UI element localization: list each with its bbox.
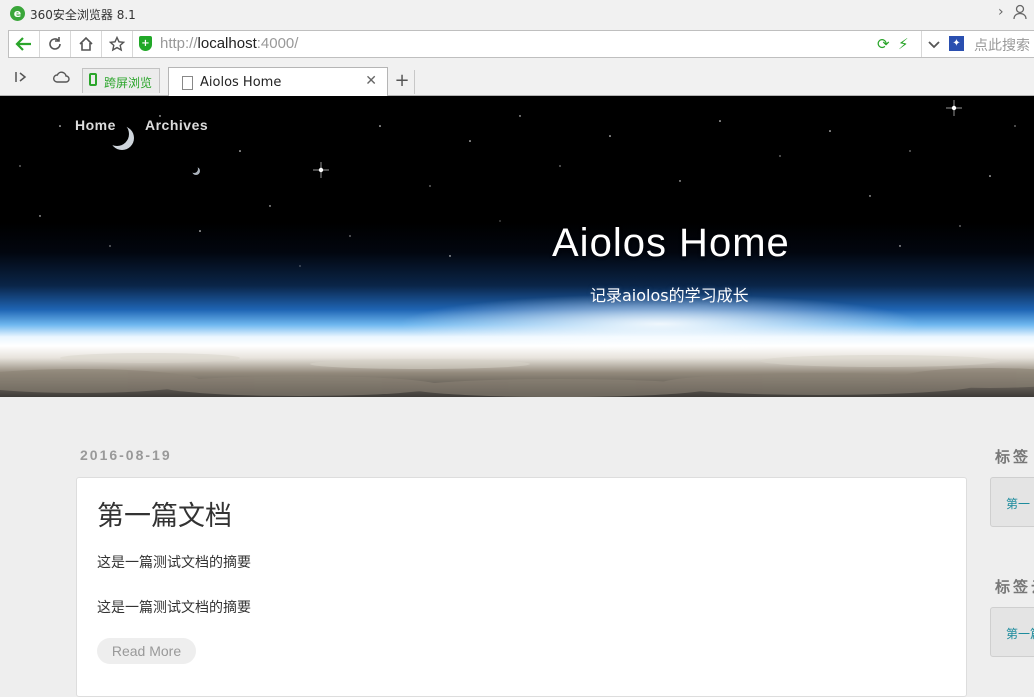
chevron-down-icon <box>928 41 940 49</box>
home-icon <box>79 36 93 51</box>
search-input[interactable]: ✦ 点此搜索 <box>945 30 1034 58</box>
post-excerpt: 这是一篇测试文档的摘要 <box>97 555 251 571</box>
tab-aiolos-home[interactable]: Aiolos Home ✕ <box>168 67 388 97</box>
search-placeholder: 点此搜索 <box>974 38 1030 54</box>
phone-icon <box>89 73 97 86</box>
refresh-icon <box>49 37 61 50</box>
address-dropdown-button[interactable] <box>921 31 946 57</box>
recycle-icon[interactable]: ⟳ <box>877 35 890 53</box>
lightning-icon[interactable]: ⚡ <box>898 35 909 53</box>
post-title[interactable]: 第一篇文档 <box>97 494 232 533</box>
home-button[interactable] <box>71 31 102 57</box>
title-bar: e 360安全浏览器 8.1 › <box>0 0 1034 27</box>
tab-label: Aiolos Home <box>200 75 282 90</box>
site-title: Aiolos Home <box>552 221 790 265</box>
post-excerpt: 这是一篇测试文档的摘要 <box>97 600 251 616</box>
security-shield-icon[interactable]: + <box>139 36 152 51</box>
cloud-icon[interactable] <box>52 70 70 88</box>
app-title: 360安全浏览器 8.1 <box>30 8 136 22</box>
tag-cloud-heading: 标签云 <box>995 578 1034 596</box>
site-subtitle: 记录aiolos的学习成长 <box>590 286 749 305</box>
nav-archives-link[interactable]: Archives <box>145 117 208 133</box>
sidebar-toggle-icon[interactable] <box>14 70 28 88</box>
tags-heading: 标签 <box>995 448 1032 466</box>
nav-home-link[interactable]: Home <box>75 117 116 133</box>
tab-cross-screen[interactable]: 跨屏浏览 <box>82 68 160 93</box>
chevron-right-icon[interactable]: › <box>998 4 1004 20</box>
browser-logo-icon: e <box>10 6 25 21</box>
post-date: 2016-08-19 <box>80 447 172 463</box>
site-header: Home Archives Aiolos Home 记录aiolos的学习成长 <box>0 96 1034 397</box>
tag-cloud-panel: 第一篇 <box>990 607 1034 657</box>
refresh-button[interactable] <box>40 31 71 57</box>
back-button[interactable] <box>9 31 40 57</box>
read-more-button[interactable]: Read More <box>97 638 196 664</box>
tags-panel: 第一 <box>990 477 1034 527</box>
url-text[interactable]: http://localhost:4000/ <box>160 35 298 52</box>
document-icon <box>182 76 193 90</box>
star-icon <box>109 36 125 52</box>
post-card: 第一篇文档 这是一篇测试文档的摘要 这是一篇测试文档的摘要 Read More <box>76 477 967 697</box>
address-bar[interactable]: + http://localhost:4000/ ⟳ ⚡ <box>8 30 946 58</box>
close-tab-icon[interactable]: ✕ <box>365 73 377 89</box>
tag-link[interactable]: 第一 <box>1006 495 1030 512</box>
tab-bar: 跨屏浏览 Aiolos Home ✕ + <box>0 62 1034 97</box>
user-icon[interactable] <box>1012 4 1028 24</box>
back-arrow-icon <box>15 37 31 51</box>
space-background-image <box>0 100 1034 397</box>
new-tab-button[interactable]: + <box>390 70 415 94</box>
address-bar-row: + http://localhost:4000/ ⟳ ⚡ ✦ 点此搜索 <box>0 27 1034 62</box>
bookmark-button[interactable] <box>102 31 133 57</box>
search-engine-icon[interactable]: ✦ <box>949 36 964 51</box>
tab-label: 跨屏浏览 <box>104 76 153 90</box>
tag-cloud-link[interactable]: 第一篇 <box>1006 625 1034 642</box>
